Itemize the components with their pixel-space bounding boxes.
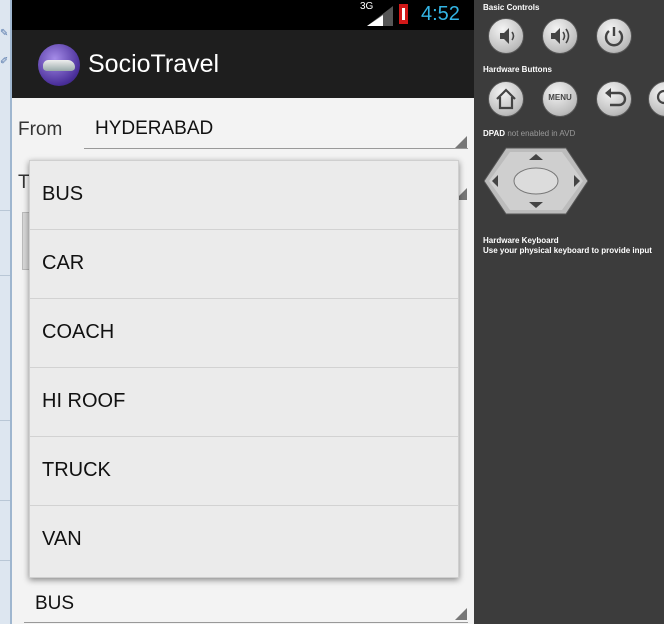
basic-controls-title: Basic Controls — [483, 3, 540, 12]
volume-down-button[interactable] — [488, 18, 524, 54]
home-icon — [496, 88, 516, 110]
action-bar: SocioTravel — [12, 30, 474, 98]
dropdown-item-van[interactable]: VAN — [30, 506, 458, 575]
from-spinner[interactable]: HYDERABAD — [95, 118, 213, 140]
hardware-keyboard-note: Hardware Keyboard Use your physical keyb… — [483, 236, 652, 255]
vehicle-spinner-underline — [24, 622, 468, 623]
power-icon — [604, 27, 624, 47]
to-label: T — [18, 172, 30, 193]
volume-up-icon — [551, 28, 570, 44]
volume-down-icon — [500, 28, 515, 44]
dropdown-item-coach[interactable]: COACH — [30, 299, 458, 368]
status-bar: 3G 4:52 — [12, 0, 474, 30]
menu-button[interactable]: MENU — [542, 81, 578, 117]
dropdown-item-bus[interactable]: BUS — [30, 161, 458, 230]
pen-icon: ✐ — [0, 56, 9, 67]
volume-up-button[interactable] — [542, 18, 578, 54]
hardware-buttons-title: Hardware Buttons — [483, 65, 552, 74]
battery-alert-icon — [399, 4, 408, 24]
pencil-icon: ✎ — [0, 28, 9, 39]
vehicle-spinner[interactable]: BUS — [35, 593, 74, 615]
divider — [0, 560, 10, 561]
from-label: From — [18, 119, 63, 140]
spinner-arrow-icon — [455, 608, 467, 620]
signal-icon — [367, 6, 393, 26]
search-icon — [656, 89, 664, 105]
dropdown-item-hi-roof[interactable]: HI ROOF — [30, 368, 458, 437]
divider — [0, 210, 10, 211]
app-title: SocioTravel — [88, 50, 220, 78]
spinner-arrow-icon — [455, 136, 467, 148]
vehicle-dropdown: BUS CAR COACH HI ROOF TRUCK VAN — [29, 160, 459, 578]
home-button[interactable] — [488, 81, 524, 117]
search-button[interactable] — [648, 81, 664, 117]
car-app-icon — [38, 44, 80, 86]
dropdown-item-car[interactable]: CAR — [30, 230, 458, 299]
menu-label: MENU — [548, 93, 572, 102]
power-button[interactable] — [596, 18, 632, 54]
device-screen: 3G 4:52 SocioTravel From HYDERABAD T BUS… — [12, 0, 474, 624]
back-button[interactable] — [596, 81, 632, 117]
dpad-control[interactable] — [484, 146, 588, 216]
divider — [0, 500, 10, 501]
dpad-title: DPAD not enabled in AVD — [483, 129, 576, 138]
status-clock: 4:52 — [421, 3, 460, 25]
emulator-controls-panel: Basic Controls Hardware Buttons MENU DPA… — [474, 0, 664, 624]
dropdown-item-truck[interactable]: TRUCK — [30, 437, 458, 506]
from-spinner-underline — [84, 148, 468, 149]
divider — [0, 420, 10, 421]
host-window-edge: ✎ ✐ — [0, 0, 12, 624]
divider — [0, 275, 10, 276]
back-icon — [605, 88, 627, 107]
